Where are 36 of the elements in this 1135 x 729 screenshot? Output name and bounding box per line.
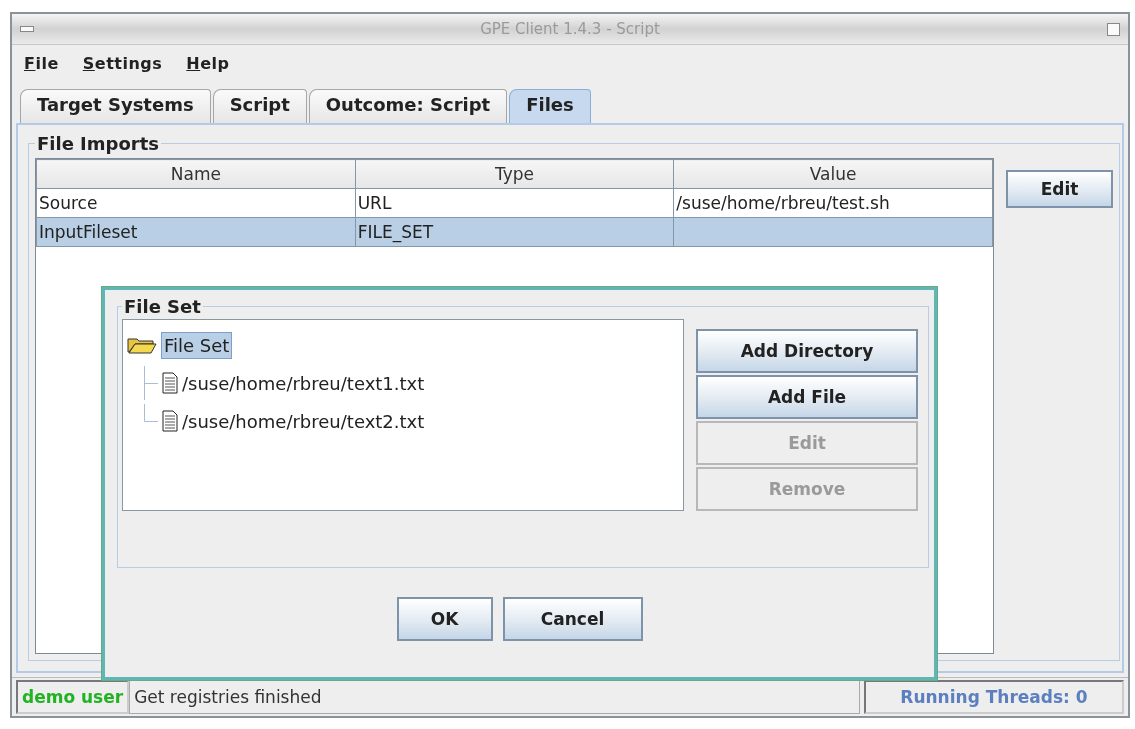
tab[interactable]: Outcome: Script [308,89,508,123]
tab[interactable]: Files [509,89,591,123]
group-title: File Set [123,296,202,317]
table-cell[interactable]: InputFileset [36,217,356,247]
user-label: demo user [16,680,130,714]
ok-button[interactable]: OK [396,596,493,641]
table-cell[interactable]: URL [355,188,674,218]
menu-item[interactable]: File [24,53,59,73]
menu-item[interactable]: Settings [82,53,163,73]
document-icon [162,372,178,394]
cancel-button[interactable]: Cancel [502,596,643,641]
table-cell[interactable] [673,217,993,247]
table-cell[interactable]: FILE_SET [355,217,674,247]
column-header[interactable]: Value [673,159,993,189]
tree-line [144,404,158,422]
group-title: File Imports [36,133,160,154]
edit-button[interactable]: Edit [1006,170,1113,208]
tree-node[interactable]: /suse/home/rbreu/text2.txt [182,410,425,432]
table-cell[interactable]: Source [36,188,356,218]
maximize-icon[interactable] [1107,23,1120,36]
document-icon [162,410,178,432]
action-button[interactable]: Add Directory [696,329,918,373]
tab[interactable]: Script [212,89,307,123]
tree-line [144,366,158,400]
action-button[interactable]: Add File [696,375,918,419]
folder-icon [127,336,157,354]
tab[interactable]: Target Systems [20,89,211,123]
table-cell[interactable]: /suse/home/rbreu/test.sh [673,188,993,218]
tree-node[interactable]: /suse/home/rbreu/text1.txt [182,372,425,394]
menu-item[interactable]: Help [186,53,230,73]
column-header[interactable]: Name [36,159,356,189]
minimize-icon[interactable] [20,26,34,32]
window-title: GPE Client 1.4.3 - Script [480,20,660,38]
tree-node[interactable]: File Set [161,331,233,359]
column-header[interactable]: Type [355,159,674,189]
running-threads: Running Threads: 0 [864,680,1124,714]
